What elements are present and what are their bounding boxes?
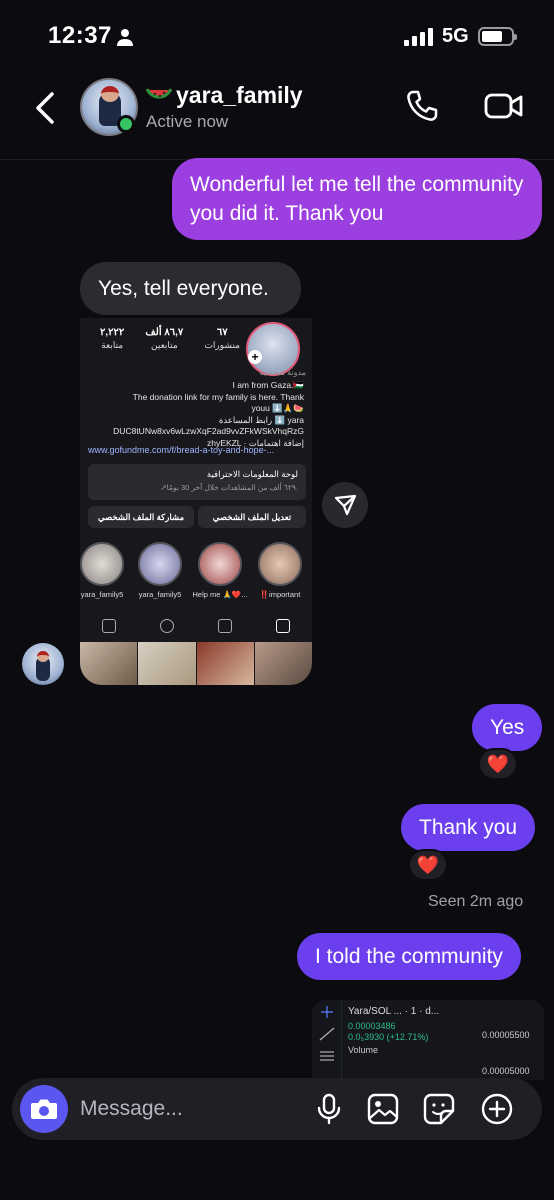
post-grid (80, 642, 312, 685)
person-icon (117, 29, 133, 46)
watermelon-icon (146, 87, 172, 98)
seen-indicator: Seen 2m ago (428, 893, 524, 910)
shared-chart-screenshot[interactable]: Yara/SOL ... · 1 · d... 0.00003486 0.0₅3… (312, 1000, 544, 1080)
reposts-tab-icon (160, 619, 174, 633)
message-incoming[interactable]: Yes, tell everyone. (80, 262, 301, 315)
message-outgoing[interactable]: Wonderful let me tell the community you … (172, 158, 542, 240)
status-bar: 12:37 5G (0, 0, 554, 72)
shared-profile-screenshot[interactable]: + ٢,٢٢٢ متابعة ٨٦,٧ ألف متابعين ٦٧ منشورات … (80, 318, 312, 685)
highlight-thumb (138, 542, 182, 586)
chat-title[interactable]: yara_family (146, 82, 303, 109)
chart-price: 0.00003486 (348, 1021, 396, 1031)
add-icon[interactable] (480, 1092, 514, 1126)
chart-axis-tick: 0.00005500 (482, 1030, 530, 1040)
chat-header: yara_family Active now (0, 72, 554, 160)
chart-axis-tick: 0.00005000 (482, 1066, 530, 1076)
message-composer (12, 1078, 542, 1140)
profile-tabs (80, 614, 312, 638)
stat-posts: ٦٧ منشورات (204, 327, 240, 350)
message-outgoing[interactable]: Thank you (401, 804, 536, 851)
add-story-icon: + (248, 350, 262, 364)
video-call-icon[interactable] (484, 90, 524, 122)
tagged-tab-icon (102, 619, 116, 633)
share-button[interactable] (322, 482, 368, 528)
heart-reaction[interactable]: ❤️ (408, 849, 448, 881)
chart-toolbar (312, 1000, 342, 1080)
phone-call-icon[interactable] (404, 88, 440, 124)
highlight-label: yara_family5 (138, 590, 182, 599)
edit-profile-button: تعديل الملف الشخصي (198, 506, 306, 528)
camera-icon (31, 1099, 57, 1119)
reels-tab-icon (218, 619, 232, 633)
back-icon[interactable] (30, 88, 62, 128)
share-profile-button: مشاركة الملف الشخصي (88, 506, 194, 528)
heart-reaction[interactable]: ❤️ (478, 748, 518, 780)
message-outgoing[interactable]: Yes (472, 704, 543, 751)
professional-dashboard: لوحة المعلومات الاحترافية ↗٦٢٩ ألف من ال… (88, 464, 306, 500)
highlight-label: yara_family5 (80, 590, 124, 599)
highlight-label: ‼️important (259, 590, 301, 599)
status-time: 12:37 (48, 22, 112, 49)
gallery-icon[interactable] (366, 1092, 400, 1126)
signal-icon (404, 28, 434, 46)
contact-name: yara_family (176, 82, 303, 108)
network-label: 5G (442, 25, 469, 47)
highlight-label: Help me 🙏❤️... (192, 590, 248, 599)
sticker-icon[interactable] (422, 1092, 456, 1126)
highlight-thumb (258, 542, 302, 586)
message-outgoing[interactable]: I told the community (297, 933, 521, 980)
message-input[interactable] (80, 1090, 300, 1128)
battery-icon (478, 27, 517, 46)
profile-category: مدونة شخصية (259, 368, 306, 377)
grid-tab-icon (276, 619, 290, 633)
microphone-icon[interactable] (312, 1092, 346, 1126)
active-status: Active now (146, 112, 229, 131)
highlight-thumb (198, 542, 242, 586)
chart-pair-title: Yara/SOL ... · 1 · d... (348, 1006, 440, 1017)
camera-button[interactable] (20, 1085, 68, 1133)
chart-change: 0.0₅3930 (+12.71%) (348, 1032, 429, 1042)
active-status-dot (117, 115, 135, 133)
profile-stats: ٢,٢٢٢ متابعة ٨٦,٧ ألف متابعين ٦٧ منشورات (100, 326, 240, 352)
profile-link: www.gofundme.com/f/bread-a-toy-and-hope-… (88, 445, 275, 455)
stat-followers: ٨٦,٧ ألف متابعين (145, 327, 184, 350)
chart-volume-label: Volume (348, 1045, 379, 1055)
stat-following: ٢,٢٢٢ متابعة (100, 327, 125, 350)
send-icon (334, 494, 357, 516)
highlight-thumb (80, 542, 124, 586)
sender-avatar[interactable] (22, 643, 64, 685)
profile-bio: I am from Gaza.🇵🇸 The donation link for … (113, 380, 304, 448)
